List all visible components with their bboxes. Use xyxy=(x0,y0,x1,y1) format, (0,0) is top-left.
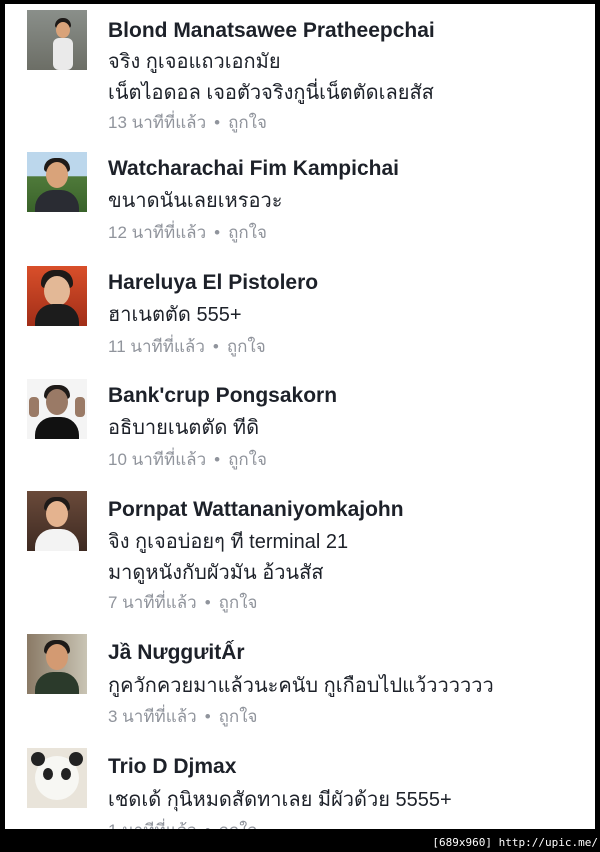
comment-text-line: เน็ตไอดอล เจอตัวจริงกูนี่เน็ตตัดเลยสัส xyxy=(108,82,434,104)
commenter-name[interactable]: Pornpat Wattananiyomkajohn xyxy=(108,497,404,523)
separator-dot: • xyxy=(214,113,221,132)
comment-meta: 7 นาทีที่แล้ว • ถูกใจ xyxy=(108,592,258,614)
commenter-name[interactable]: Jầ NưggưitẤr xyxy=(108,640,245,666)
comment-meta: 13 นาทีที่แล้ว • ถูกใจ xyxy=(108,112,267,134)
avatar[interactable] xyxy=(27,634,87,694)
comment-text-line: ขนาดนันเลยเหรอวะ xyxy=(108,190,283,212)
avatar[interactable] xyxy=(27,10,87,70)
comment-text-line: จริง กูเจอแถวเอกมัย xyxy=(108,51,281,73)
comment-meta: 10 นาทีที่แล้ว • ถูกใจ xyxy=(108,449,267,471)
separator-dot: • xyxy=(214,223,221,242)
watermark: [689x960] http://upic.me/ xyxy=(432,836,598,849)
commenter-name[interactable]: Blond Manatsawee Pratheepchai xyxy=(108,18,435,44)
comment-meta: 3 นาทีที่แล้ว • ถูกใจ xyxy=(108,706,258,728)
comment-time: 12 นาทีที่แล้ว xyxy=(108,223,207,242)
comment-text-line: มาดูหนังกับผัวมัน อ้วนสัส xyxy=(108,562,324,584)
commenter-name[interactable]: Hareluya El Pistolero xyxy=(108,270,318,296)
comment-text-line: ฮาเนตตัด 555+ xyxy=(108,304,242,326)
separator-dot: • xyxy=(204,593,211,612)
separator-dot: • xyxy=(204,707,211,726)
avatar[interactable] xyxy=(27,152,87,212)
like-button[interactable]: ถูกใจ xyxy=(228,450,267,469)
separator-dot: • xyxy=(197,821,219,829)
comment-time: 3 นาทีที่แล้ว xyxy=(108,707,197,726)
commenter-name[interactable]: Watcharachai Fim Kampichai xyxy=(108,156,399,182)
comment-text-line: อธิบายเนตตัด ทีดิ xyxy=(108,417,260,439)
comment-text-line: จิง กูเจอบ่อยๆ ที terminal 21 xyxy=(108,531,349,553)
commenter-name[interactable]: Bank'crup Pongsakorn xyxy=(108,383,337,409)
comment-text-line: กูควักควยมาแล้วนะคนับ กูเกือบไปแว้วววววว xyxy=(108,675,494,697)
comment-meta: 1 นาทีที่แล้ว•ถูกใจ xyxy=(108,820,258,829)
avatar[interactable] xyxy=(27,491,87,551)
like-button[interactable]: ถูกใจ xyxy=(219,593,258,612)
comment-time: 1 นาทีที่แล้ว xyxy=(108,821,197,829)
separator-dot: • xyxy=(214,450,221,469)
like-button[interactable]: ถูกใจ xyxy=(219,821,258,829)
like-button[interactable]: ถูกใจ xyxy=(228,223,267,242)
comment-text-line: เชดเด้ กุนิหมดสัดทาเลย มีผัวด้วย 5555+ xyxy=(108,789,452,811)
comment-time: 13 นาทีที่แล้ว xyxy=(108,113,207,132)
like-button[interactable]: ถูกใจ xyxy=(219,707,258,726)
avatar[interactable] xyxy=(27,266,87,326)
comment-list: Blond Manatsawee Pratheepchai จริง กูเจอ… xyxy=(5,4,595,829)
like-button[interactable]: ถูกใจ xyxy=(227,337,266,356)
avatar[interactable] xyxy=(27,748,87,808)
comment-time: 7 นาทีที่แล้ว xyxy=(108,593,197,612)
comment-time: 10 นาทีที่แล้ว xyxy=(108,450,207,469)
comment-meta: 12 นาทีที่แล้ว • ถูกใจ xyxy=(108,222,267,244)
avatar[interactable] xyxy=(27,379,87,439)
like-button[interactable]: ถูกใจ xyxy=(228,113,267,132)
separator-dot: • xyxy=(212,337,219,356)
comment-meta: 11 นาทีที่แล้ว • ถูกใจ xyxy=(108,336,266,358)
comment-time: 11 นาทีที่แล้ว xyxy=(108,337,205,356)
commenter-name[interactable]: Trio D Djmax xyxy=(108,754,236,780)
